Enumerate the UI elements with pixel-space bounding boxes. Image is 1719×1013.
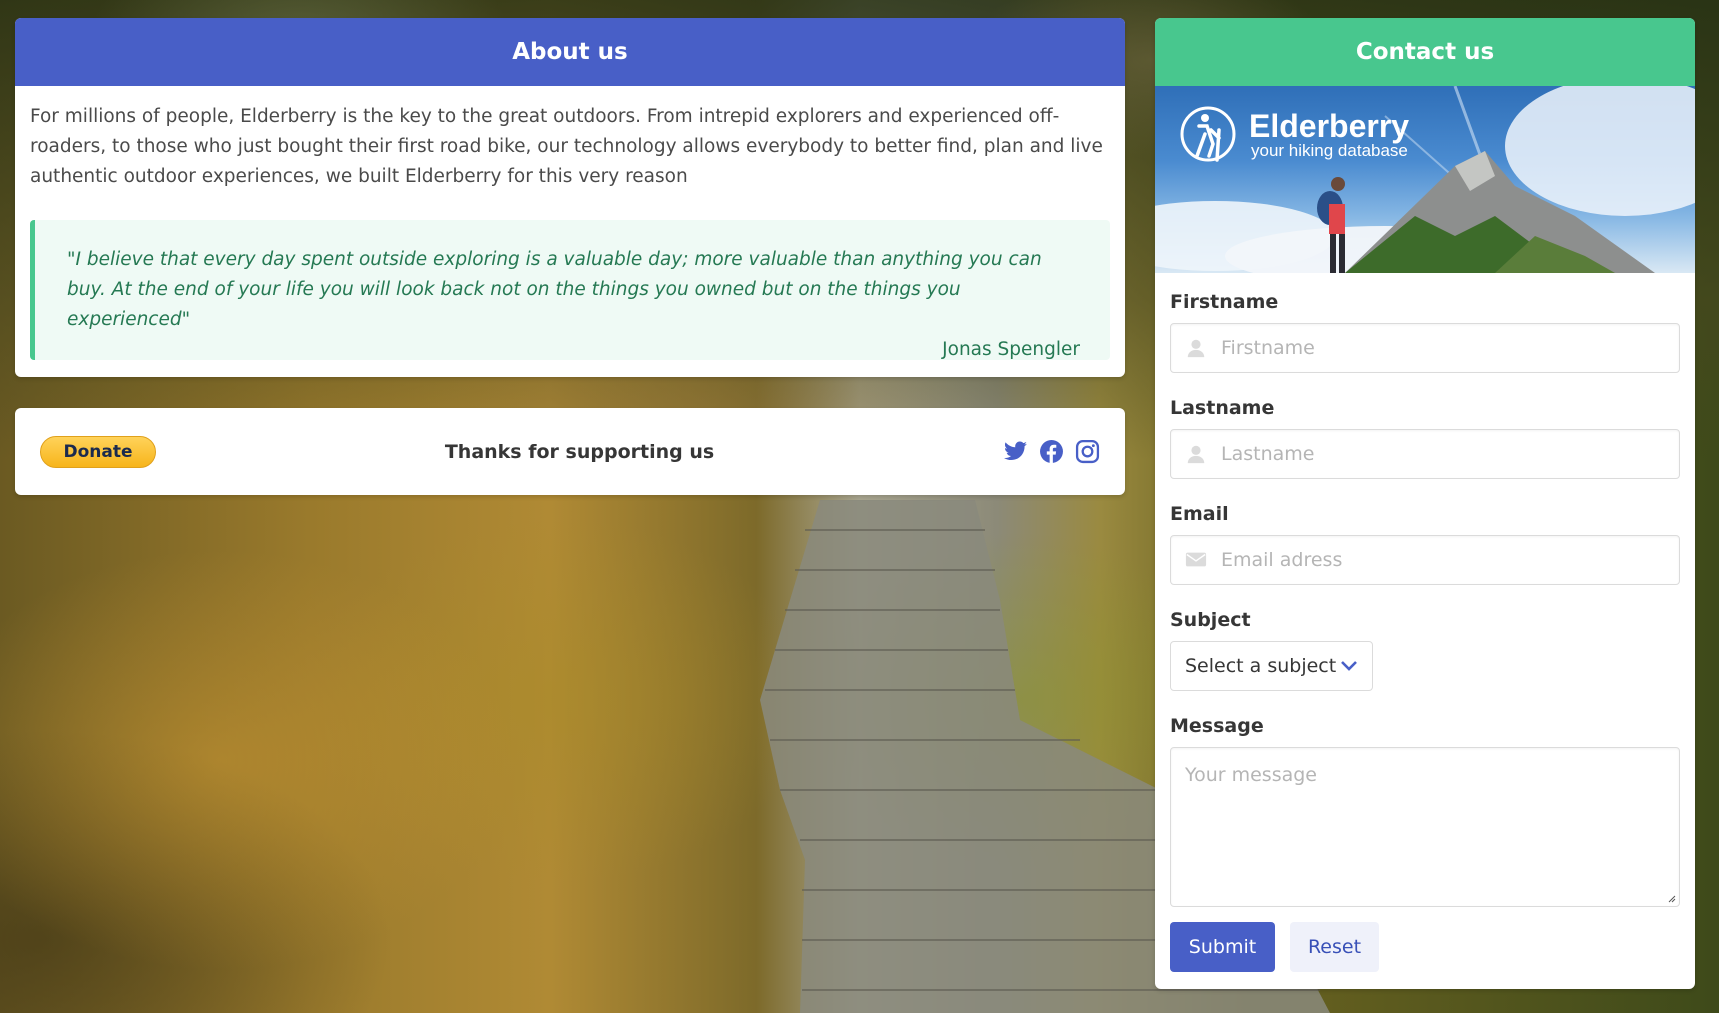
firstname-label: Firstname — [1170, 291, 1279, 313]
contact-card: Contact us Elderberry your hiking databa… — [1155, 18, 1695, 989]
instagram-icon[interactable] — [1075, 439, 1100, 464]
elderberry-banner: Elderberry your hiking database — [1155, 86, 1695, 273]
about-text: For millions of people, Elderberry is th… — [30, 106, 1103, 187]
contact-form: Firstname Firstname Lastname Lastname Em… — [1155, 273, 1695, 972]
email-label: Email — [1170, 503, 1229, 525]
about-title: About us — [15, 18, 1125, 86]
subject-field-group: Subject Select a subject — [1170, 609, 1680, 691]
reset-button[interactable]: Reset — [1290, 922, 1379, 972]
lastname-placeholder: Lastname — [1221, 443, 1315, 465]
message-field-group: Message Your message — [1170, 715, 1680, 907]
donate-button[interactable]: Donate — [40, 435, 156, 468]
firstname-placeholder: Firstname — [1221, 337, 1315, 359]
chevron-down-icon — [1341, 661, 1357, 671]
support-card: Donate Thanks for supporting us — [15, 408, 1125, 495]
quote-block: "I believe that every day spent outside … — [30, 220, 1110, 360]
email-field-group: Email Email adress — [1170, 503, 1680, 585]
email-input[interactable]: Email adress — [1170, 535, 1680, 585]
lastname-field-group: Lastname Lastname — [1170, 397, 1680, 479]
facebook-icon[interactable] — [1039, 439, 1064, 464]
email-placeholder: Email adress — [1221, 549, 1343, 571]
about-card: About us For millions of people, Elderbe… — [15, 18, 1125, 377]
banner-brand: Elderberry — [1249, 108, 1409, 144]
message-textarea[interactable]: Your message — [1170, 747, 1680, 907]
user-icon — [1187, 339, 1205, 358]
lastname-label: Lastname — [1170, 397, 1275, 419]
message-label: Message — [1170, 715, 1264, 737]
social-links — [1003, 439, 1100, 464]
user-icon — [1187, 445, 1205, 464]
subject-selected: Select a subject — [1185, 655, 1337, 677]
contact-title: Contact us — [1155, 18, 1695, 86]
quote-author: Jonas Spengler — [942, 339, 1080, 360]
firstname-input[interactable]: Firstname — [1170, 323, 1680, 373]
lastname-input[interactable]: Lastname — [1170, 429, 1680, 479]
subject-label: Subject — [1170, 609, 1251, 631]
thanks-text: Thanks for supporting us — [444, 440, 715, 463]
banner-tagline: your hiking database — [1251, 141, 1408, 160]
subject-select[interactable]: Select a subject — [1170, 641, 1373, 691]
banner-image: Elderberry your hiking database — [1155, 86, 1695, 273]
form-buttons: Submit Reset — [1170, 922, 1680, 972]
submit-button[interactable]: Submit — [1170, 922, 1275, 972]
quote-text: "I believe that every day spent outside … — [67, 249, 1042, 330]
elderberry-logo-icon — [1180, 106, 1236, 162]
firstname-field-group: Firstname Firstname — [1170, 291, 1680, 373]
message-placeholder: Your message — [1185, 764, 1317, 786]
envelope-icon — [1185, 552, 1207, 567]
resize-handle-icon[interactable] — [1666, 893, 1676, 903]
twitter-icon[interactable] — [1003, 439, 1028, 464]
